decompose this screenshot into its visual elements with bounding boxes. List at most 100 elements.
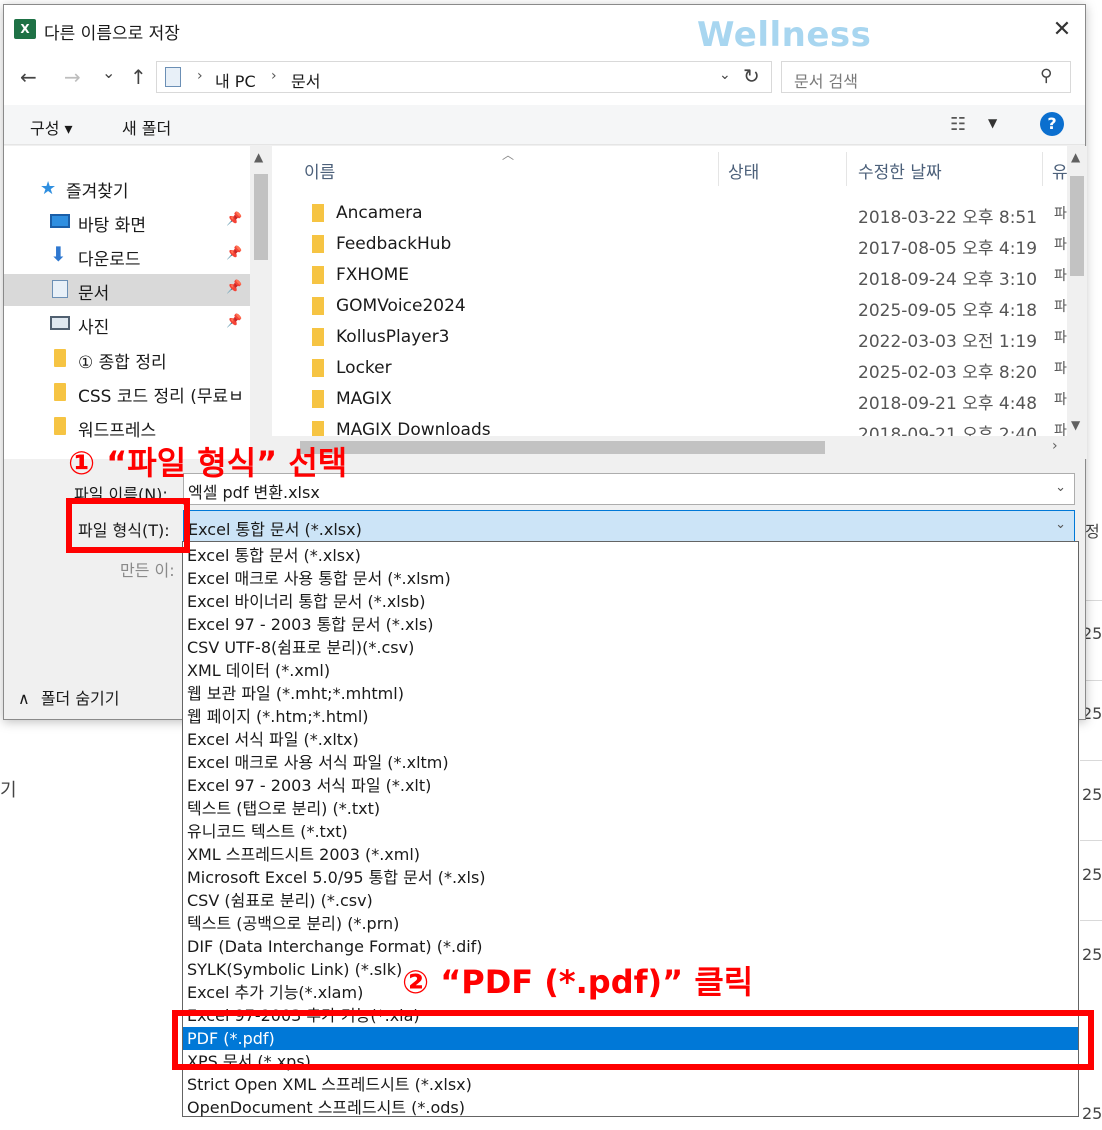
file-type: 파 [1054,268,1067,284]
file-row[interactable]: MAGIX 2018-09-21 오후 4:48 파 [302,384,1072,414]
picture-icon [50,316,70,330]
file-row[interactable]: Ancamera 2018-03-22 오후 8:51 파 [302,198,1072,228]
sidebar-item-documents[interactable]: 문서 📌 [4,274,250,306]
scroll-up-icon[interactable]: ▲ [254,150,263,164]
filetype-option[interactable]: Strict Open XML 스프레드시트 (*.xlsx) [183,1073,1078,1096]
breadcrumb-separator: › [197,68,203,84]
filetype-option[interactable]: DIF (Data Interchange Format) (*.dif) [183,935,1078,958]
vertical-scrollbar[interactable]: ▲ ▼ [1067,146,1087,436]
close-button[interactable]: ✕ [1047,17,1077,43]
filetype-option[interactable]: CSV UTF-8(쉼표로 분리)(*.csv) [183,636,1078,659]
chevron-down-icon[interactable]: ⌄ [1055,480,1066,495]
filetype-option[interactable]: Excel 97 - 2003 서식 파일 (*.xlt) [183,774,1078,797]
column-header-name[interactable]: 이름 [304,158,335,183]
filetype-option[interactable]: Excel 바이너리 통합 문서 (*.xlsb) [183,590,1078,613]
pin-icon[interactable]: 📌 [226,314,242,329]
scroll-down-icon[interactable]: ▼ [1071,418,1080,432]
horizontal-scrollbar[interactable]: › [272,436,1087,459]
scrollbar[interactable]: ▲ [250,146,272,459]
background-text: 25 [1082,945,1102,964]
search-input[interactable]: 문서 검색 [794,68,858,92]
organize-button[interactable]: 구성 ▾ [30,115,73,139]
chevron-down-icon[interactable]: ⌄ [719,67,731,83]
annotation-step2: ② “PDF (*.pdf)” 클릭 [402,963,754,1001]
filetype-option[interactable]: XML 데이터 (*.xml) [183,659,1078,682]
breadcrumb-this-pc[interactable]: 내 PC [215,68,256,92]
folder-icon [312,328,324,346]
desktop-icon [50,214,70,228]
new-folder-button[interactable]: 새 폴더 [122,115,171,139]
column-header-type[interactable]: 유 [1052,158,1068,183]
filetype-option[interactable]: Excel 97 - 2003 통합 문서 (*.xls) [183,613,1078,636]
scrollbar-thumb[interactable] [254,174,268,260]
filetype-option[interactable]: Excel 매크로 사용 서식 파일 (*.xltm) [183,751,1078,774]
recent-locations-button[interactable]: ⌄ [102,63,115,82]
filetype-option[interactable]: Excel 통합 문서 (*.xlsx) [183,544,1078,567]
breadcrumb-separator: › [271,68,277,84]
filetype-option[interactable]: Excel 매크로 사용 통합 문서 (*.xlsm) [183,567,1078,590]
file-row[interactable]: FXHOME 2018-09-24 오후 3:10 파 [302,260,1072,290]
filetype-option[interactable]: CSV (쉼표로 분리) (*.csv) [183,889,1078,912]
column-header-status[interactable]: 상태 [728,158,759,183]
column-divider[interactable] [846,152,847,186]
pin-icon[interactable]: 📌 [226,280,242,295]
scroll-right-icon[interactable]: › [1052,438,1058,454]
back-button[interactable]: ← [20,65,37,89]
scrollbar-thumb[interactable] [1070,176,1084,276]
view-options-icon[interactable]: ☷ [950,114,966,135]
folder-icon [54,349,66,367]
file-name: GOMVoice2024 [336,296,466,316]
folder-icon [312,235,324,253]
pin-icon[interactable]: 📌 [226,246,242,261]
scroll-up-icon[interactable]: ▲ [1071,150,1080,164]
chevron-down-icon[interactable]: ⌄ [1055,517,1066,532]
title-bar: X 다른 이름으로 저장 Wellness Resources ✕ [4,5,1085,95]
sidebar-item-folder[interactable]: CSS 코드 정리 (무료ㅂ [4,377,250,409]
file-name: KollusPlayer3 [336,327,450,347]
help-icon[interactable]: ? [1040,112,1064,136]
filetype-option[interactable]: 텍스트 (공백으로 분리) (*.prn) [183,912,1078,935]
file-type: 파 [1054,237,1067,253]
pin-icon[interactable]: 📌 [226,212,242,227]
chevron-down-icon[interactable]: ▼ [988,116,997,130]
up-button[interactable]: ↑ [130,65,147,89]
sidebar-item-downloads[interactable]: ⬇ 다운로드 📌 [4,240,250,272]
breadcrumb-documents[interactable]: 문서 [291,68,320,92]
file-row[interactable]: FeedbackHub 2017-08-05 오후 4:19 파 [302,229,1072,259]
file-row[interactable]: Locker 2025-02-03 오후 8:20 파 [302,353,1072,383]
column-header-date[interactable]: 수정한 날짜 [858,158,942,183]
forward-button[interactable]: → [64,65,81,89]
sidebar-item-folder[interactable]: ① 종합 정리 [4,343,250,375]
folder-icon [54,383,66,401]
filetype-option[interactable]: XML 스프레드시트 2003 (*.xml) [183,843,1078,866]
sidebar-item-label: 다운로드 [78,250,141,270]
file-list: ︿ 이름 상태 수정한 날짜 유 Ancamera 2018-03-22 오후 … [272,146,1087,459]
sidebar-item-label: ① 종합 정리 [78,353,167,373]
file-row[interactable]: GOMVoice2024 2025-09-05 오후 4:18 파 [302,291,1072,321]
filetype-value[interactable]: Excel 통합 문서 (*.xlsx) [188,516,362,540]
scrollbar-thumb[interactable] [300,441,825,454]
column-divider[interactable] [718,152,719,186]
navigation-pane: ★ 즐겨찾기 바탕 화면 📌 ⬇ 다운로드 📌 문서 📌 사진 📌 ① 종합 정… [4,146,272,459]
address-bar[interactable]: › 내 PC › 문서 ⌄ ↻ [156,61,772,93]
refresh-icon[interactable]: ↻ [743,64,760,88]
filetype-select[interactable]: Excel 통합 문서 (*.xlsx) ⌄ [183,510,1075,542]
filetype-option[interactable]: 웹 페이지 (*.htm;*.html) [183,705,1078,728]
filetype-option[interactable]: 유니코드 텍스트 (*.txt) [183,820,1078,843]
filetype-option[interactable]: 텍스트 (탭으로 분리) (*.txt) [183,797,1078,820]
filetype-option[interactable]: OpenDocument 스프레드시트 (*.ods) [183,1096,1078,1119]
column-divider[interactable] [1042,152,1043,186]
background-text: 25 [1082,1104,1102,1123]
navigation-bar: ← → ⌄ ↑ › 내 PC › 문서 ⌄ ↻ 문서 검색 ⚲ [4,51,1085,105]
filetype-option[interactable]: 웹 보관 파일 (*.mht;*.mhtml) [183,682,1078,705]
filetype-option[interactable]: Excel 서식 파일 (*.xltx) [183,728,1078,751]
search-box[interactable]: 문서 검색 ⚲ [781,61,1071,93]
search-icon: ⚲ [1040,66,1053,86]
file-name: Ancamera [336,203,423,223]
sidebar-item-desktop[interactable]: 바탕 화면 📌 [4,206,250,238]
sidebar-item-pictures[interactable]: 사진 📌 [4,308,250,340]
filetype-option[interactable]: Microsoft Excel 5.0/95 통합 문서 (*.xls) [183,866,1078,889]
sidebar-item-favorites[interactable]: ★ 즐겨찾기 [4,172,250,204]
file-row[interactable]: KollusPlayer3 2022-03-03 오전 1:19 파 [302,322,1072,352]
hide-folders-button[interactable]: ∧ 폴더 숨기기 [18,685,120,709]
